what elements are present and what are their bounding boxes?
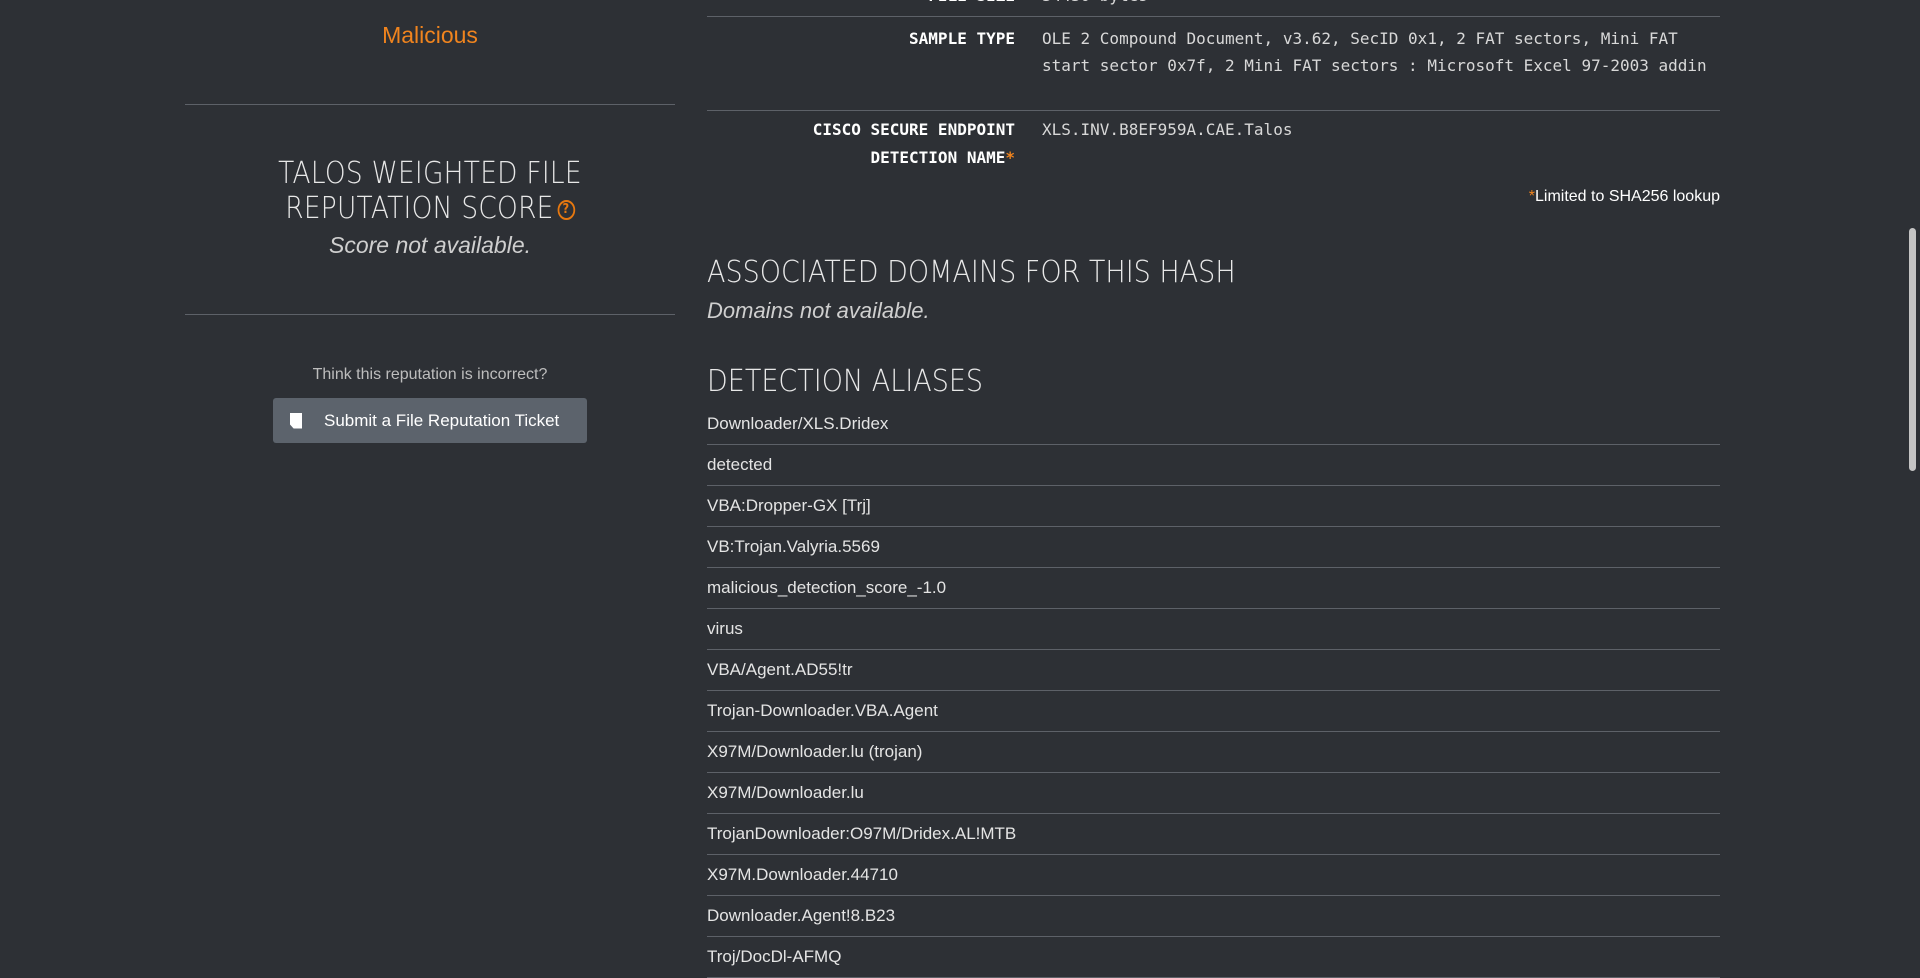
alias-item: VBA:Dropper-GX [Trj] [707, 486, 1720, 527]
divider [185, 104, 675, 105]
alias-item: Downloader.Agent!8.B23 [707, 896, 1720, 937]
alias-item: Troj/DocDl-AFMQ [707, 937, 1720, 978]
scrollbar-thumb[interactable] [1909, 228, 1916, 471]
alias-item: X97M/Downloader.lu [707, 773, 1720, 814]
detection-name-row: CISCO SECURE ENDPOINT DETECTION NAME* XL… [707, 110, 1720, 171]
alias-item: VBA/Agent.AD55!tr [707, 650, 1720, 691]
score-value: Score not available. [328, 232, 531, 258]
sample-type-value: OLE 2 Compound Document, v3.62, SecID 0x… [1042, 29, 1707, 75]
asterisk: * [1005, 148, 1015, 167]
alias-item: detected [707, 445, 1720, 486]
incorrect-prompt: Think this reputation is incorrect? [312, 366, 548, 383]
alias-item: malicious_detection_score_-1.0 [707, 568, 1720, 609]
submit-ticket-button[interactable]: Submit a File Reputation Ticket [273, 398, 587, 443]
score-title-text: TALOS WEIGHTED FILE REPUTATION SCORE [278, 156, 582, 226]
note-text: Limited to SHA256 lookup [1535, 188, 1720, 205]
document-icon [290, 412, 302, 429]
alias-item: virus [707, 609, 1720, 650]
sha256-note: *Limited to SHA256 lookup [1529, 188, 1720, 206]
verdict-label: Malicious [382, 22, 478, 48]
alias-item: X97M.Downloader.44710 [707, 855, 1720, 896]
sample-type-row: SAMPLE TYPE OLE 2 Compound Document, v3.… [707, 16, 1720, 110]
domains-empty: Domains not available. [707, 298, 930, 323]
aliases-list: Downloader/XLS.Dridex detected VBA:Dropper… [707, 404, 1720, 978]
detection-name-label-text: CISCO SECURE ENDPOINT DETECTION NAME [812, 120, 1015, 167]
detection-name-label: CISCO SECURE ENDPOINT DETECTION NAME* [785, 116, 1015, 172]
file-size-label: FILE SIZE [695, 0, 1015, 10]
detection-name-value: XLS.INV.B8EF959A.CAE.Talos [1042, 120, 1293, 139]
submit-ticket-label: Submit a File Reputation Ticket [324, 410, 560, 430]
divider [185, 314, 675, 315]
scrollbar[interactable] [1906, 0, 1920, 955]
score-title: TALOS WEIGHTED FILE REPUTATION SCORE? [214, 156, 645, 226]
aliases-heading: DETECTION ALIASES [707, 364, 984, 399]
alias-item: X97M/Downloader.lu (trojan) [707, 732, 1720, 773]
alias-item: VB:Trojan.Valyria.5569 [707, 527, 1720, 568]
alias-item: Downloader/XLS.Dridex [707, 404, 1720, 445]
file-size-value: 34430 bytes [1042, 0, 1722, 9]
help-icon[interactable]: ? [557, 199, 575, 220]
domains-heading: ASSOCIATED DOMAINS FOR THIS HASH [707, 255, 1236, 290]
alias-item: TrojanDownloader:O97M/Dridex.AL!MTB [707, 814, 1720, 855]
alias-item: Trojan-Downloader.VBA.Agent [707, 691, 1720, 732]
sample-type-label: SAMPLE TYPE [909, 29, 1015, 48]
